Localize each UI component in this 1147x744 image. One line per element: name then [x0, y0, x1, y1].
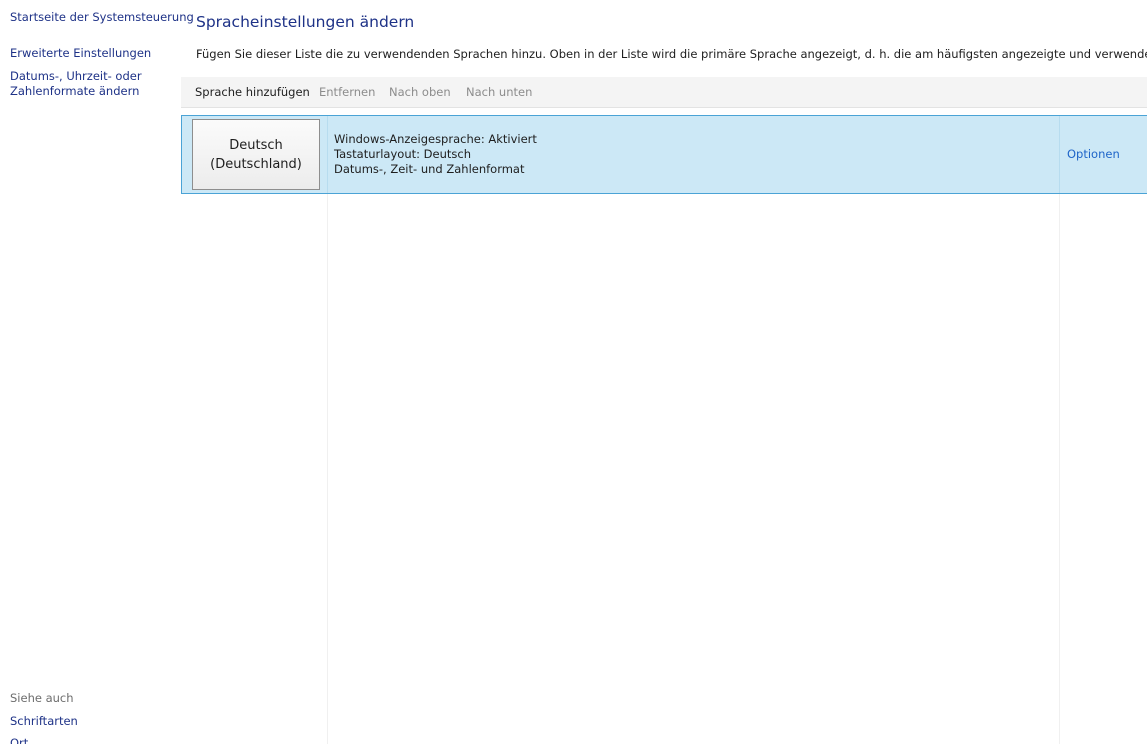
- nav-control-panel-home-link[interactable]: Startseite der Systemsteuerung: [10, 10, 194, 25]
- format-status: Datums-, Zeit- und Zahlenformat: [334, 162, 525, 176]
- nav-advanced-settings-link[interactable]: Erweiterte Einstellungen: [10, 46, 151, 61]
- add-language-button[interactable]: Sprache hinzufügen: [195, 85, 310, 100]
- see-also-location-link[interactable]: Ort: [10, 736, 28, 744]
- see-also-fonts-link[interactable]: Schriftarten: [10, 714, 78, 729]
- language-settings-window: Startseite der Systemsteuerung Erweitert…: [0, 0, 1147, 744]
- page-title: Spracheinstellungen ändern: [196, 13, 415, 31]
- language-options-link[interactable]: Optionen: [1067, 147, 1120, 162]
- language-toolbar: Sprache hinzufügen Entfernen Nach oben N…: [181, 77, 1147, 108]
- language-name: Deutsch: [229, 138, 283, 153]
- row-column-divider: [327, 116, 328, 193]
- keyboard-layout-status: Tastaturlayout: Deutsch: [334, 147, 471, 161]
- nav-change-formats-link[interactable]: Datums-, Uhrzeit- oder Zahlenformate änd…: [10, 69, 170, 99]
- page-description: Fügen Sie dieser Liste die zu verwendend…: [196, 47, 1147, 61]
- language-tile[interactable]: Deutsch (Deutschland): [192, 119, 320, 190]
- see-also-heading: Siehe auch: [10, 691, 74, 705]
- language-region: (Deutschland): [210, 157, 302, 172]
- language-list-item[interactable]: Deutsch (Deutschland) Windows-Anzeigespr…: [181, 115, 1147, 194]
- display-language-status: Windows-Anzeigesprache: Aktiviert: [334, 132, 537, 146]
- list-column-divider: [1059, 193, 1060, 744]
- list-column-divider: [327, 193, 328, 744]
- move-up-button[interactable]: Nach oben: [389, 85, 451, 100]
- remove-language-button[interactable]: Entfernen: [319, 85, 375, 100]
- move-down-button[interactable]: Nach unten: [466, 85, 532, 100]
- row-column-divider: [1059, 116, 1060, 193]
